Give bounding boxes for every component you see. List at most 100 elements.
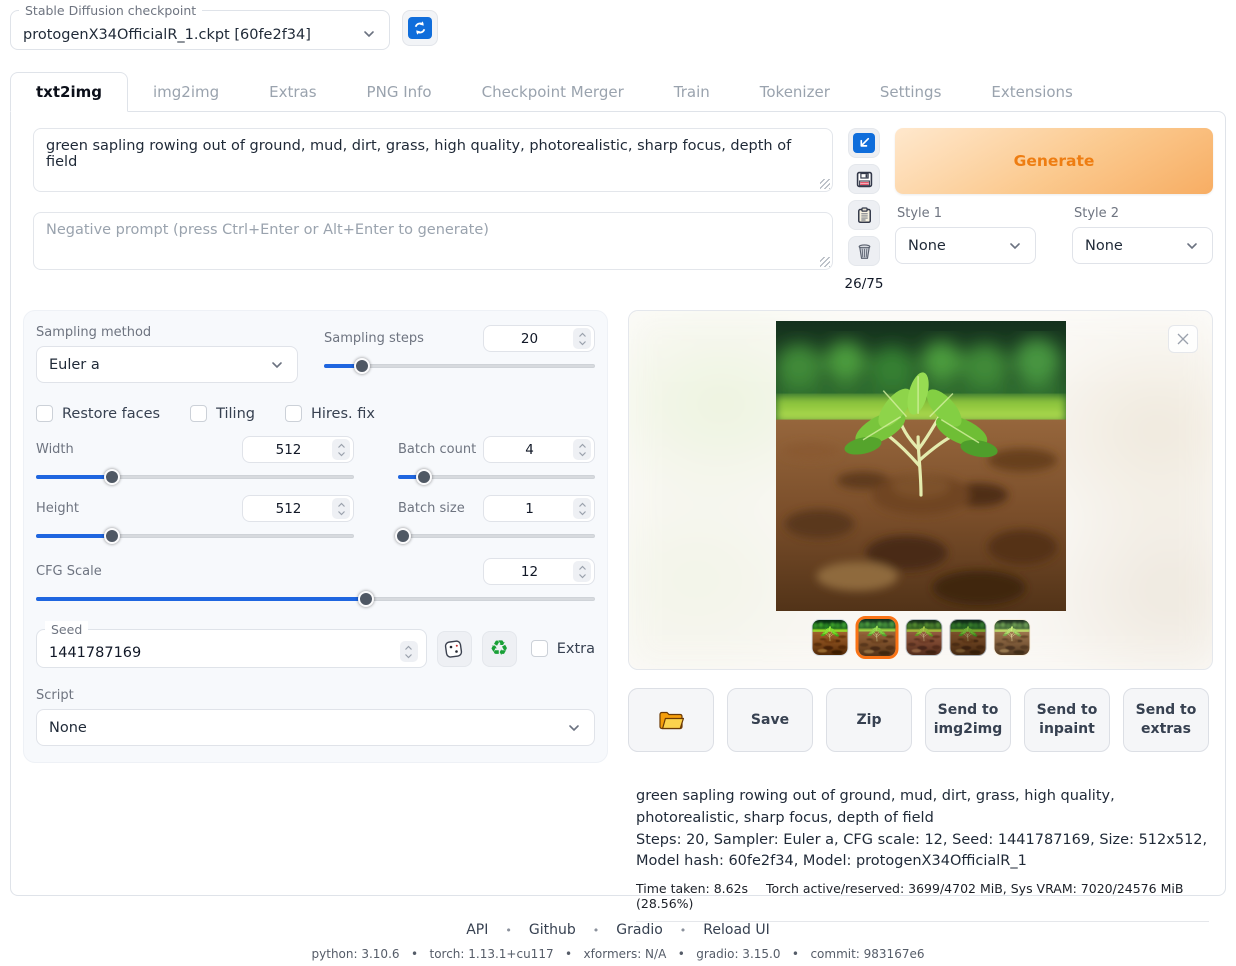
checkpoint-dropdown[interactable]: Stable Diffusion checkpoint protogenX34O… bbox=[10, 10, 390, 50]
stepper-icon[interactable] bbox=[573, 439, 591, 460]
tab-tokenizer[interactable]: Tokenizer bbox=[735, 73, 855, 111]
clear-prompt-button[interactable] bbox=[848, 236, 880, 266]
script-box: Script None bbox=[36, 688, 595, 746]
seed-row: Seed 1441787169 bbox=[36, 629, 595, 668]
restore-faces-checkbox[interactable]: Restore faces bbox=[36, 405, 160, 422]
style1-dropdown[interactable]: None bbox=[895, 227, 1036, 264]
parameters-panel: Sampling method Euler a Sampling steps 2… bbox=[23, 310, 608, 763]
seed-label: Seed bbox=[45, 621, 88, 639]
batch-count-input[interactable]: 4 bbox=[483, 436, 595, 463]
open-folder-button[interactable] bbox=[628, 688, 714, 752]
reuse-seed-button[interactable]: ♻ bbox=[482, 631, 517, 667]
extra-seed-checkbox[interactable]: Extra bbox=[531, 640, 595, 657]
output-panel: Save Zip Send to img2img Send to inpaint… bbox=[628, 310, 1213, 922]
batch-size-slider[interactable] bbox=[398, 528, 595, 544]
resize-grip-icon[interactable] bbox=[820, 179, 830, 189]
apply-style-button[interactable] bbox=[848, 200, 880, 230]
zip-button[interactable]: Zip bbox=[826, 688, 912, 752]
batch-count-label: Batch count bbox=[398, 442, 476, 457]
generated-image[interactable] bbox=[776, 321, 1066, 611]
sampling-steps-slider[interactable] bbox=[324, 358, 595, 374]
sampling-method-box: Sampling method Euler a bbox=[36, 325, 298, 383]
negative-prompt-input[interactable] bbox=[33, 212, 833, 270]
tab-extras[interactable]: Extras bbox=[244, 73, 341, 111]
width-input[interactable]: 512 bbox=[242, 436, 354, 463]
stepper-icon[interactable] bbox=[332, 439, 350, 460]
tab-settings[interactable]: Settings bbox=[855, 73, 967, 111]
thumbnail-3[interactable] bbox=[905, 619, 942, 656]
chevron-down-icon bbox=[1184, 238, 1200, 254]
cfg-box: CFG Scale 12 bbox=[36, 558, 595, 607]
save-style-button[interactable] bbox=[848, 164, 880, 194]
stepper-icon[interactable] bbox=[400, 641, 418, 662]
trash-icon bbox=[856, 243, 873, 260]
chevron-down-icon bbox=[361, 26, 377, 42]
hires-fix-checkbox[interactable]: Hires. fix bbox=[285, 405, 375, 422]
prompt-input[interactable]: green sapling rowing out of ground, mud,… bbox=[33, 128, 833, 192]
height-input[interactable]: 512 bbox=[242, 495, 354, 522]
github-link[interactable]: Github bbox=[529, 922, 576, 938]
send-to-inpaint-button[interactable]: Send to inpaint bbox=[1024, 688, 1110, 752]
chevron-down-icon bbox=[1007, 238, 1023, 254]
thumbnail-1[interactable] bbox=[811, 619, 848, 656]
close-gallery-button[interactable] bbox=[1168, 325, 1198, 353]
refresh-checkpoints-button[interactable] bbox=[402, 10, 438, 46]
prompt-column: green sapling rowing out of ground, mud,… bbox=[23, 128, 833, 292]
sampling-steps-label: Sampling steps bbox=[324, 331, 424, 346]
width-slider[interactable] bbox=[36, 469, 354, 485]
sampling-method-dropdown[interactable]: Euler a bbox=[36, 346, 298, 383]
script-dropdown[interactable]: None bbox=[36, 709, 595, 746]
paste-params-button[interactable] bbox=[848, 128, 880, 158]
random-seed-button[interactable] bbox=[437, 631, 472, 667]
stepper-icon[interactable] bbox=[573, 328, 591, 349]
send-to-extras-button[interactable]: Send to extras bbox=[1123, 688, 1209, 752]
batch-size-input[interactable]: 1 bbox=[483, 495, 595, 522]
seed-input[interactable]: Seed 1441787169 bbox=[36, 629, 427, 668]
cfg-slider[interactable] bbox=[36, 591, 595, 607]
cfg-input[interactable]: 12 bbox=[483, 558, 595, 585]
tab-train[interactable]: Train bbox=[649, 73, 735, 111]
stepper-icon[interactable] bbox=[332, 498, 350, 519]
tiling-checkbox[interactable]: Tiling bbox=[190, 405, 255, 422]
tab-extensions[interactable]: Extensions bbox=[966, 73, 1097, 111]
output-buttons-row: Save Zip Send to img2img Send to inpaint… bbox=[628, 688, 1213, 752]
toggles-row: Restore faces Tiling Hires. fix bbox=[36, 405, 595, 422]
quicksettings-bar: Stable Diffusion checkpoint protogenX34O… bbox=[10, 10, 1226, 50]
tab-img2img[interactable]: img2img bbox=[128, 73, 244, 111]
reload-ui-link[interactable]: Reload UI bbox=[703, 922, 769, 938]
save-button[interactable]: Save bbox=[727, 688, 813, 752]
dice-icon bbox=[444, 639, 464, 659]
checkbox-icon bbox=[285, 405, 302, 422]
checkbox-icon bbox=[190, 405, 207, 422]
stepper-icon[interactable] bbox=[573, 498, 591, 519]
stepper-icon[interactable] bbox=[573, 561, 591, 582]
version-info: python: 3.10.6 • torch: 1.13.1+cu117 • x… bbox=[10, 947, 1226, 961]
tab-txt2img[interactable]: txt2img bbox=[10, 72, 128, 112]
app-root: Stable Diffusion checkpoint protogenX34O… bbox=[0, 0, 1236, 966]
height-slider[interactable] bbox=[36, 528, 354, 544]
batch-count-slider[interactable] bbox=[398, 469, 595, 485]
result-gallery bbox=[628, 310, 1213, 670]
recycle-icon: ♻ bbox=[490, 638, 509, 659]
api-link[interactable]: API bbox=[466, 922, 488, 938]
prompt-wrap: green sapling rowing out of ground, mud,… bbox=[33, 128, 833, 192]
chevron-down-icon bbox=[269, 357, 285, 373]
thumbnail-5[interactable] bbox=[993, 619, 1030, 656]
gradio-link[interactable]: Gradio bbox=[616, 922, 663, 938]
sampling-steps-input[interactable]: 20 bbox=[483, 325, 595, 352]
generate-column: Generate Style 1 None Style 2 None bbox=[895, 128, 1213, 292]
generate-button[interactable]: Generate bbox=[895, 128, 1213, 194]
tab-checkpoint-merger[interactable]: Checkpoint Merger bbox=[457, 73, 649, 111]
info-prompt: green sapling rowing out of ground, mud,… bbox=[636, 786, 1209, 830]
close-icon bbox=[1176, 332, 1190, 346]
height-label: Height bbox=[36, 501, 79, 516]
tab-png-info[interactable]: PNG Info bbox=[342, 73, 457, 111]
send-to-img2img-button[interactable]: Send to img2img bbox=[925, 688, 1011, 752]
style2-dropdown[interactable]: None bbox=[1072, 227, 1213, 264]
thumbnail-4[interactable] bbox=[949, 619, 986, 656]
floppy-icon bbox=[856, 171, 873, 188]
thumbnail-2-selected[interactable] bbox=[855, 616, 898, 659]
sampling-steps-box: Sampling steps 20 bbox=[324, 325, 595, 383]
time-taken: Time taken: 8.62s bbox=[636, 881, 748, 896]
resize-grip-icon[interactable] bbox=[820, 257, 830, 267]
